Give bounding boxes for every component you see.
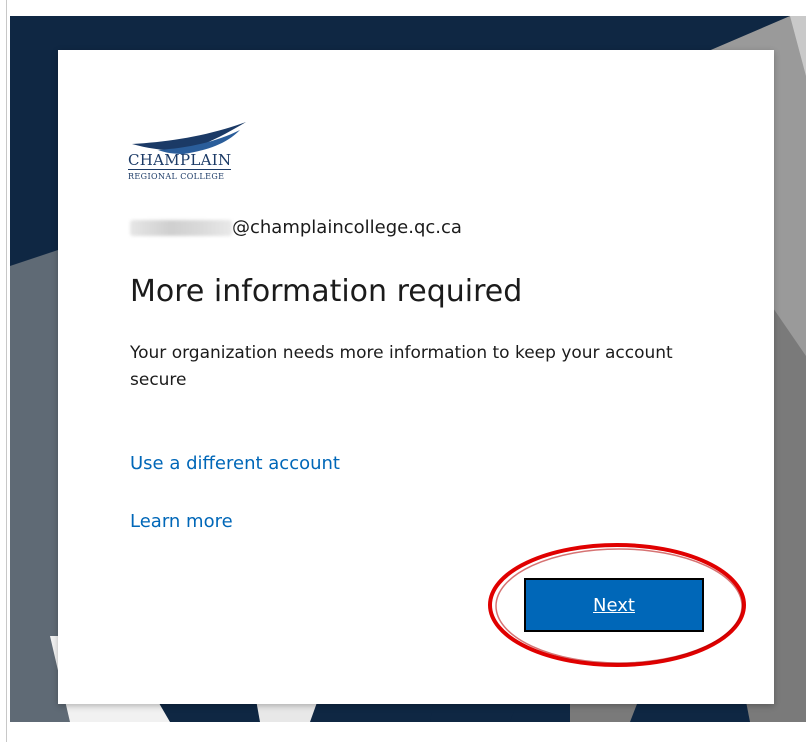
screenshot-frame: CHAMPLAIN REGIONAL COLLEGE @champlaincol… <box>0 0 806 742</box>
account-identity: @champlaincollege.qc.ca <box>130 216 462 240</box>
account-email-domain: @champlaincollege.qc.ca <box>232 217 462 238</box>
page-description: Your organization needs more information… <box>130 343 673 390</box>
left-divider-line <box>6 0 7 742</box>
next-button[interactable]: Next <box>524 578 704 632</box>
page-title: More information required <box>130 274 523 309</box>
sign-in-card: CHAMPLAIN REGIONAL COLLEGE @champlaincol… <box>58 50 774 704</box>
redacted-username <box>130 220 232 236</box>
logo-subtitle: REGIONAL COLLEGE <box>128 172 225 181</box>
learn-more-link[interactable]: Learn more <box>130 510 233 534</box>
use-different-account-link[interactable]: Use a different account <box>130 452 340 476</box>
logo-wordmark: CHAMPLAIN <box>128 151 232 170</box>
